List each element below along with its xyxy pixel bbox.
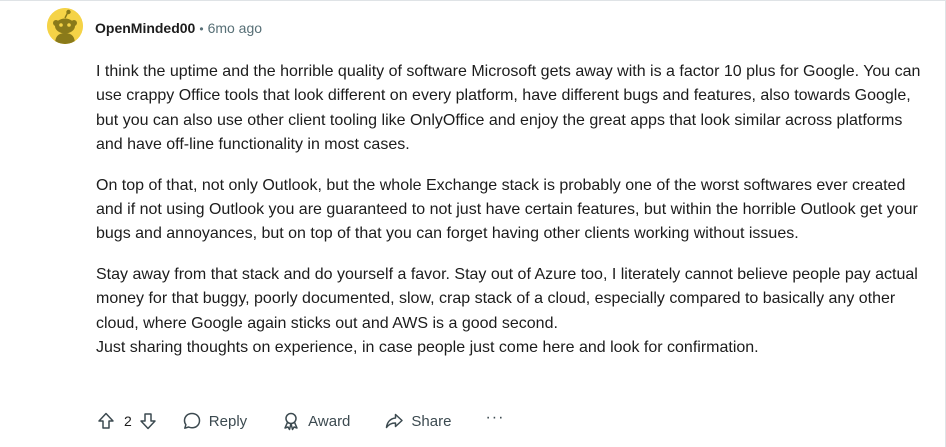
share-arrow-icon: [384, 411, 404, 431]
ellipsis-icon[interactable]: ···: [485, 409, 504, 427]
comment: OpenMinded00 • 6mo ago I think the uptime …: [0, 0, 946, 447]
comment-meta: OpenMinded00 • 6mo ago: [95, 19, 262, 38]
comment-action-bar: 2 Reply Award Share ···: [96, 408, 504, 434]
snoo-avatar-icon[interactable]: [47, 8, 83, 44]
meta-separator: •: [199, 22, 204, 36]
comment-paragraph-1: I think the uptime and the horrible qual…: [96, 63, 921, 154]
share-label: Share: [411, 412, 452, 430]
author-name[interactable]: OpenMinded00: [95, 20, 195, 36]
vote-count: 2: [124, 413, 132, 429]
upvote-arrow-icon[interactable]: [96, 411, 116, 431]
award-button[interactable]: Award: [281, 411, 350, 431]
share-button[interactable]: Share: [384, 411, 451, 431]
comment-paragraph-2: On top of that, not only Outlook, but th…: [96, 176, 918, 243]
comment-closing-line: Just sharing thoughts on experience, in …: [96, 339, 759, 357]
reply-label: Reply: [208, 412, 248, 430]
comment-body: I think the uptime and the horrible qual…: [96, 60, 926, 360]
reply-button[interactable]: Reply: [182, 411, 247, 431]
speech-bubble-icon: [182, 411, 202, 431]
vote-group: 2: [96, 411, 158, 431]
comment-paragraph-3-text: Stay away from that stack and do yoursel…: [96, 265, 918, 332]
comment-timestamp[interactable]: 6mo ago: [208, 20, 262, 36]
comment-paragraph-3: Stay away from that stack and do yoursel…: [96, 263, 926, 361]
award-ribbon-icon: [281, 411, 301, 431]
downvote-arrow-icon[interactable]: [138, 411, 158, 431]
award-label: Award: [308, 412, 351, 430]
